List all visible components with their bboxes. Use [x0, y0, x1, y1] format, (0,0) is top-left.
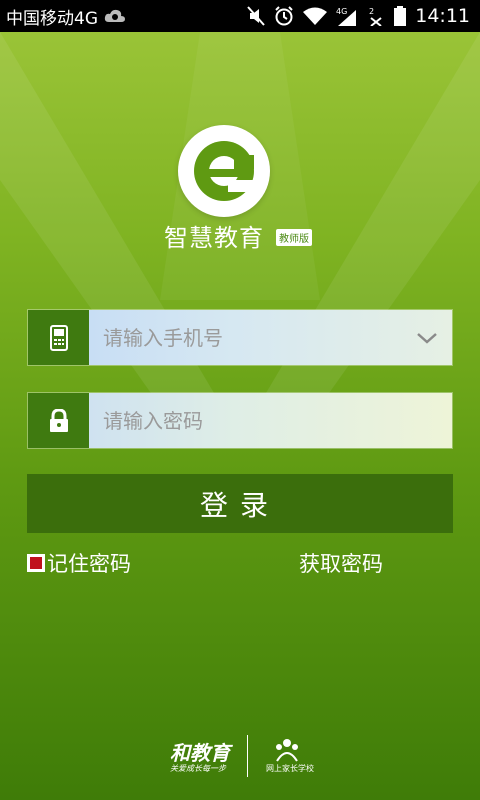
- letter-e-icon: [194, 141, 254, 201]
- logo-circle: [178, 125, 270, 217]
- remember-label: 记住密码: [47, 552, 131, 576]
- brand-logo-text: 和教育: [170, 741, 230, 765]
- mobile-phone-icon: [49, 324, 68, 351]
- clock: 14:11: [415, 5, 470, 27]
- footer-divider: [247, 735, 248, 777]
- lock-icon-block: [28, 393, 89, 448]
- mute-icon: [247, 6, 265, 26]
- phone-icon-block: [28, 310, 89, 365]
- cloud-icon: [104, 9, 125, 22]
- wifi-icon: [303, 7, 328, 25]
- brand-slogan: 关爱成长每一步: [170, 764, 226, 773]
- get-password-link[interactable]: 获取密码: [299, 548, 383, 578]
- remember-password[interactable]: 记住密码: [27, 548, 131, 578]
- battery-icon: [394, 6, 407, 26]
- edition-badge: 教师版: [276, 229, 312, 246]
- footer-brands: 和教育 关爱成长每一步 网上家长学校: [0, 735, 480, 785]
- phone-input[interactable]: [89, 310, 452, 365]
- parent-school-logo-icon: [276, 739, 298, 762]
- carrier-label: 中国移动4G: [6, 8, 98, 29]
- parent-school-label: 网上家长学校: [266, 764, 314, 773]
- alarm-icon: [275, 6, 293, 26]
- login-button[interactable]: 登录: [27, 474, 453, 533]
- app-logo: 智慧教育 教师版: [0, 120, 480, 260]
- status-bar: 中国移动4G 4G 2 14:11: [0, 0, 480, 32]
- signal-4g-icon: 4G: [336, 7, 357, 26]
- lock-icon: [49, 408, 68, 432]
- password-input[interactable]: [89, 393, 452, 448]
- password-field: [27, 392, 453, 449]
- phone-field: [27, 309, 453, 366]
- checkbox-checked-mark: [30, 557, 42, 569]
- remember-checkbox[interactable]: [27, 554, 45, 572]
- signal-2-icon: 2: [369, 7, 382, 26]
- svg-text:4G: 4G: [336, 7, 347, 16]
- chevron-down-icon[interactable]: [416, 328, 438, 348]
- app-name: 智慧教育: [164, 224, 264, 252]
- svg-text:2: 2: [369, 7, 374, 16]
